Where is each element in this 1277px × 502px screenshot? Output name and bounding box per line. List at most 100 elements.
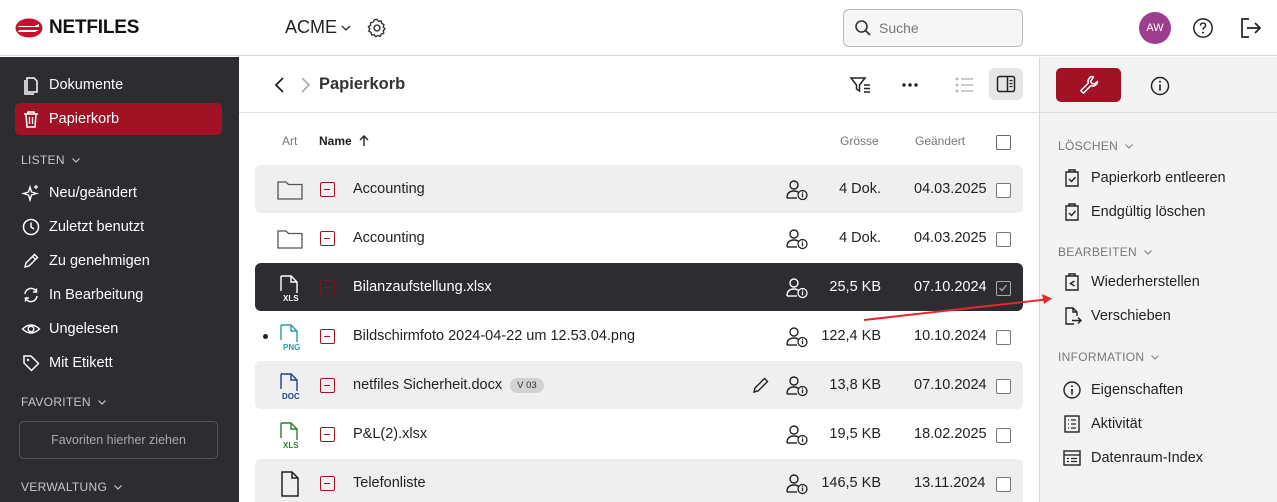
list-view-button[interactable] <box>952 73 976 97</box>
search-icon <box>855 20 871 36</box>
sidebar-item-neu-geaendert[interactable]: Neu/geändert <box>15 177 222 209</box>
chevron-down-icon <box>114 485 123 490</box>
file-name[interactable]: P&L(2).xlsx <box>353 426 427 442</box>
file-name[interactable]: Accounting <box>353 230 425 246</box>
file-size: 19,5 KB <box>829 426 881 442</box>
back-icon[interactable] <box>270 75 290 95</box>
action-endgueltig-loeschen[interactable]: Endgültig löschen <box>1062 202 1205 222</box>
doc-file-icon: DOC <box>280 373 300 400</box>
file-name[interactable]: Accounting <box>353 181 425 197</box>
file-type-label: XLS <box>283 294 299 302</box>
search-box[interactable] <box>843 9 1023 47</box>
share-info-icon[interactable] <box>785 326 809 348</box>
table-row[interactable]: DOC netfiles Sicherheit.docx V 03 13,8 K… <box>255 361 1023 409</box>
sidebar-item-label: Ungelesen <box>49 321 119 337</box>
row-checkbox[interactable] <box>996 477 1011 492</box>
file-name[interactable]: Bildschirmfoto 2024-04-22 um 12.53.04.pn… <box>353 328 635 344</box>
breadcrumb: Papierkorb <box>319 75 406 93</box>
sidebar-item-ungelesen[interactable]: Ungelesen <box>15 313 222 345</box>
tag-icon <box>23 355 40 372</box>
share-info-icon[interactable] <box>785 375 809 397</box>
more-button[interactable] <box>898 73 922 97</box>
tenant-selector[interactable]: ACME <box>285 17 352 38</box>
index-icon <box>1063 450 1081 466</box>
info-icon[interactable] <box>1149 75 1171 97</box>
action-eigenschaften[interactable]: Eigenschaften <box>1062 380 1183 400</box>
section-label: LISTEN <box>21 153 65 167</box>
table-row[interactable]: Accounting 4 Dok. 04.03.2025 <box>255 165 1023 213</box>
sidebar-item-dokumente[interactable]: Dokumente <box>15 69 222 101</box>
table-row[interactable]: PNG Bildschirmfoto 2024-04-22 um 12.53.0… <box>255 312 1023 360</box>
share-info-icon[interactable] <box>785 179 809 201</box>
share-info-icon[interactable] <box>785 473 809 495</box>
sidebar-item-zu-genehmigen[interactable]: Zu genehmigen <box>15 245 222 277</box>
section-information[interactable]: INFORMATION <box>1058 350 1160 364</box>
select-all-checkbox[interactable] <box>996 135 1011 150</box>
unread-dot <box>263 334 268 339</box>
version-badge: V 03 <box>510 377 544 393</box>
eye-icon <box>21 324 41 334</box>
column-size[interactable]: Grösse <box>840 134 879 148</box>
filter-button[interactable] <box>848 73 872 97</box>
table-row[interactable]: XLS P&L(2).xlsx 19,5 KB 18.02.2025 <box>255 410 1023 458</box>
avatar[interactable]: AW <box>1139 12 1171 44</box>
action-wiederherstellen[interactable]: Wiederherstellen <box>1062 272 1200 292</box>
tab-tools[interactable] <box>1056 68 1121 102</box>
table-row-selected[interactable]: XLS Bilanzaufstellung.xlsx 25,5 KB 07.10… <box>255 263 1023 311</box>
section-label: BEARBEITEN <box>1058 245 1138 259</box>
sidebar-item-in-bearbeitung[interactable]: In Bearbeitung <box>15 279 222 311</box>
column-name-label: Name <box>319 134 352 148</box>
trash-mark-icon <box>320 476 335 491</box>
row-checkbox[interactable] <box>996 232 1011 247</box>
section-listen[interactable]: LISTEN <box>21 153 81 167</box>
column-changed[interactable]: Geändert <box>915 134 965 148</box>
sidebar-item-zuletzt-benutzt[interactable]: Zuletzt benutzt <box>15 211 222 243</box>
split-view-button[interactable] <box>989 68 1023 100</box>
file-name[interactable]: netfiles Sicherheit.docx V 03 <box>353 377 544 393</box>
action-label: Papierkorb entleeren <box>1091 170 1226 186</box>
trash-mark-icon <box>320 182 335 197</box>
table-row[interactable]: Accounting 4 Dok. 04.03.2025 <box>255 214 1023 262</box>
table-row[interactable]: Telefonliste 146,5 KB 13.11.2024 <box>255 459 1023 502</box>
file-name-text: Telefonliste <box>353 475 426 491</box>
section-loeschen[interactable]: LÖSCHEN <box>1058 139 1134 153</box>
action-verschieben[interactable]: Verschieben <box>1062 306 1171 326</box>
sparkle-icon <box>21 184 39 203</box>
row-checkbox[interactable] <box>996 330 1011 345</box>
forward-icon[interactable] <box>295 75 315 95</box>
file-date: 13.11.2024 <box>914 475 986 491</box>
sidebar-item-papierkorb[interactable]: Papierkorb <box>15 103 222 135</box>
file-name-text: P&L(2).xlsx <box>353 426 428 442</box>
share-info-icon[interactable] <box>785 277 809 299</box>
file-name[interactable]: Bilanzaufstellung.xlsx <box>353 279 492 295</box>
favorites-drop-zone[interactable]: Favoriten hierher ziehen <box>19 421 218 459</box>
action-aktivitaet[interactable]: Aktivität <box>1062 414 1142 434</box>
share-info-icon[interactable] <box>785 424 809 446</box>
search-input[interactable] <box>879 20 1009 36</box>
edit-pen-icon[interactable] <box>751 375 771 395</box>
logo[interactable]: NETFILES <box>15 17 139 39</box>
chevron-down-icon <box>71 158 80 163</box>
file-size: 4 Dok. <box>839 230 881 246</box>
row-checkbox[interactable] <box>996 379 1011 394</box>
column-name[interactable]: Name <box>319 134 370 148</box>
row-checkbox-checked[interactable] <box>996 281 1011 296</box>
logout-icon[interactable] <box>1239 17 1263 39</box>
wrench-icon <box>1079 75 1098 94</box>
share-info-icon[interactable] <box>785 228 809 250</box>
section-verwaltung[interactable]: VERWALTUNG <box>21 480 123 494</box>
delete-permanent-icon <box>1065 203 1079 221</box>
section-favoriten[interactable]: FAVORITEN <box>21 395 107 409</box>
section-bearbeiten[interactable]: BEARBEITEN <box>1058 245 1153 259</box>
action-datenraum-index[interactable]: Datenraum-Index <box>1062 448 1203 468</box>
file-name[interactable]: Telefonliste <box>353 475 426 491</box>
action-papierkorb-entleeren[interactable]: Papierkorb entleeren <box>1062 168 1226 188</box>
column-art[interactable]: Art <box>282 134 297 148</box>
list-view-icon <box>955 77 973 93</box>
row-checkbox[interactable] <box>996 428 1011 443</box>
panel-tabs <box>1040 57 1277 113</box>
row-checkbox[interactable] <box>996 183 1011 198</box>
gear-icon[interactable] <box>366 17 388 39</box>
help-icon[interactable] <box>1192 17 1214 39</box>
sidebar-item-mit-etikett[interactable]: Mit Etikett <box>15 347 222 379</box>
